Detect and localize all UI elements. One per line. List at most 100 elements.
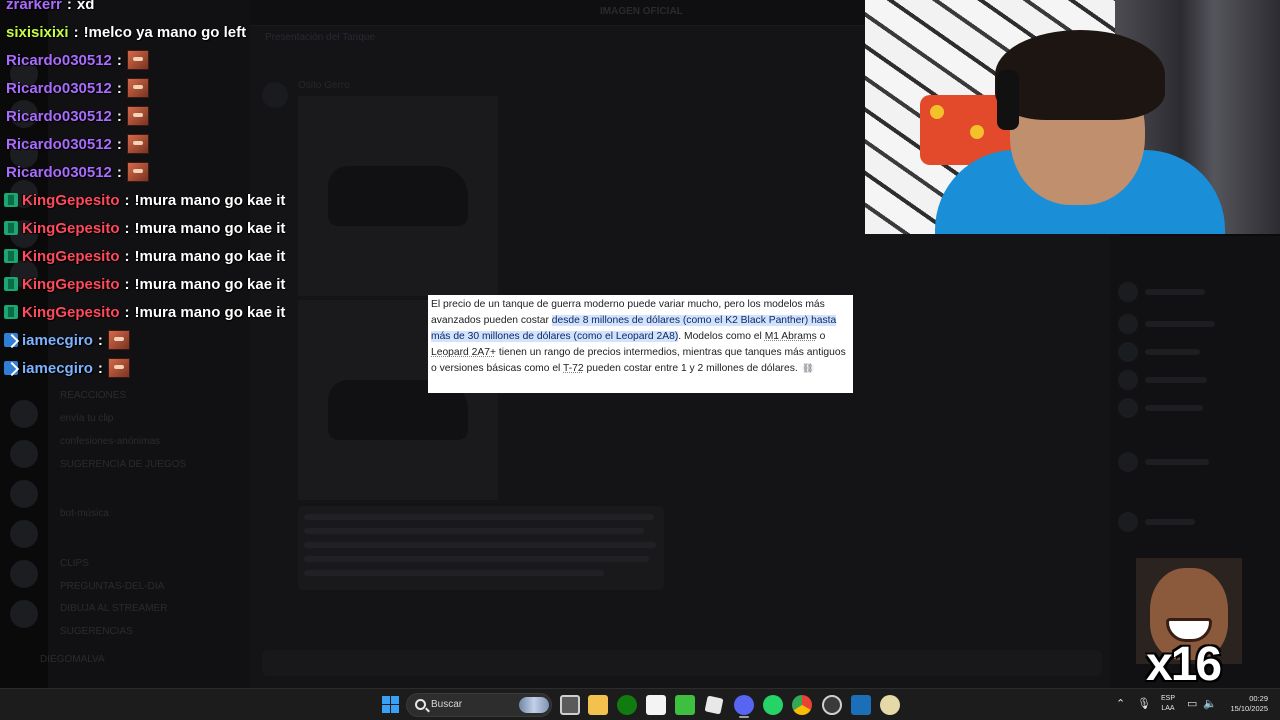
file-explorer-icon[interactable] bbox=[588, 695, 608, 715]
member-avatar[interactable] bbox=[1118, 512, 1138, 532]
minecraft-icon[interactable] bbox=[675, 695, 695, 715]
chat-username[interactable]: KingGepesito bbox=[22, 248, 120, 265]
chat-text: !mura mano go kae it bbox=[134, 275, 286, 293]
windows-taskbar: Buscar ⌃ 🎙 ESP LAA ▭ 🔈 00:29 15/10/2025 bbox=[0, 688, 1280, 720]
stream-chat: zrarkerr : xd sixisixixi: !melco ya mano … bbox=[0, 0, 300, 382]
chat-message: Ricardo030512: bbox=[0, 74, 300, 102]
member-name[interactable] bbox=[1145, 459, 1209, 465]
member-avatar[interactable] bbox=[1118, 314, 1138, 334]
member-name[interactable] bbox=[1145, 289, 1205, 295]
member-name[interactable] bbox=[1145, 321, 1215, 327]
chat-message: sixisixixi: !melco ya mano go left bbox=[0, 18, 300, 46]
keyboard-layout: LAA bbox=[1161, 705, 1175, 712]
chat-message: zrarkerr : xd bbox=[0, 0, 300, 18]
server-icon[interactable] bbox=[10, 480, 38, 508]
notes-icon[interactable] bbox=[704, 695, 724, 715]
chrome-icon[interactable] bbox=[792, 695, 812, 715]
channel-item[interactable]: CLIPS bbox=[60, 558, 89, 572]
tank-image[interactable] bbox=[298, 96, 498, 296]
channel-item[interactable]: PREGUNTAS-DEL-DIA bbox=[60, 581, 164, 595]
chat-text: !mura mano go kae it bbox=[134, 247, 286, 265]
member-avatar[interactable] bbox=[1118, 398, 1138, 418]
chat-username[interactable]: iamecgiro bbox=[22, 360, 93, 377]
member-name[interactable] bbox=[1145, 377, 1207, 383]
chat-username[interactable]: Ricardo030512 bbox=[6, 52, 112, 69]
member-name[interactable] bbox=[1145, 349, 1200, 355]
network-icon[interactable]: ▭ bbox=[1187, 697, 1197, 710]
channel-item[interactable]: SUGERENCIAS bbox=[60, 626, 133, 640]
channel-item[interactable]: envía tu clip bbox=[60, 413, 113, 427]
term-link-t72[interactable]: T-72 bbox=[563, 363, 584, 374]
channel-title: IMAGEN OFICIAL bbox=[600, 6, 683, 17]
server-icon[interactable] bbox=[10, 560, 38, 588]
member-avatar[interactable] bbox=[1118, 370, 1138, 390]
chevron-up-icon[interactable]: ⌃ bbox=[1116, 697, 1125, 710]
steam-icon[interactable] bbox=[851, 695, 871, 715]
chat-separator: : bbox=[124, 191, 130, 209]
ai-answer-popup[interactable]: El precio de un tanque de guerra moderno… bbox=[428, 295, 853, 393]
subscriber-badge-icon bbox=[4, 249, 18, 263]
member-avatar[interactable] bbox=[1118, 452, 1138, 472]
prime-badge-icon bbox=[4, 361, 18, 375]
chat-username: zrarkerr bbox=[6, 0, 62, 13]
member-name[interactable] bbox=[1145, 405, 1203, 411]
microphone-icon[interactable]: 🎙 bbox=[1137, 697, 1151, 710]
taskbar-search[interactable]: Buscar bbox=[406, 693, 552, 717]
chat-username[interactable]: iamecgiro bbox=[22, 332, 93, 349]
whatsapp-icon[interactable] bbox=[763, 695, 783, 715]
answer-text: . Modelos como el bbox=[678, 331, 765, 342]
chat-username[interactable]: KingGepesito bbox=[22, 192, 120, 209]
chat-username[interactable]: Ricardo030512 bbox=[6, 108, 112, 125]
app-icon[interactable] bbox=[880, 695, 900, 715]
server-icon[interactable] bbox=[10, 520, 38, 548]
channel-item[interactable]: SUGERENCIA DE JUEGOS bbox=[60, 459, 186, 473]
chat-separator: : bbox=[73, 23, 79, 41]
server-icon[interactable] bbox=[10, 440, 38, 468]
chat-separator: : bbox=[97, 359, 103, 377]
store-icon[interactable] bbox=[646, 695, 666, 715]
channel-item[interactable]: REACCIONES bbox=[60, 390, 126, 404]
volume-icon[interactable]: 🔈 bbox=[1203, 697, 1217, 710]
chat-username[interactable]: KingGepesito bbox=[22, 220, 120, 237]
settings-icon[interactable] bbox=[822, 695, 842, 715]
chat-emote-icon bbox=[126, 134, 149, 154]
server-icon[interactable] bbox=[10, 600, 38, 628]
chat-separator: : bbox=[97, 331, 103, 349]
chat-message: KingGepesito: !mura mano go kae it bbox=[0, 242, 300, 270]
chat-message: iamecgiro: bbox=[0, 354, 300, 382]
start-button[interactable] bbox=[381, 695, 401, 715]
member-avatar[interactable] bbox=[1118, 342, 1138, 362]
clock[interactable]: 00:29 15/10/2025 bbox=[1222, 694, 1268, 714]
chat-username[interactable]: KingGepesito bbox=[22, 304, 120, 321]
chat-username[interactable]: Ricardo030512 bbox=[6, 136, 112, 153]
member-name[interactable] bbox=[1145, 519, 1195, 525]
server-icon[interactable] bbox=[10, 400, 38, 428]
clock-date: 15/10/2025 bbox=[1230, 704, 1268, 713]
chat-separator: : bbox=[124, 303, 130, 321]
xbox-icon[interactable] bbox=[617, 695, 637, 715]
author-name[interactable]: Osito Gerro bbox=[298, 80, 350, 91]
language-indicator[interactable]: ESP LAA bbox=[1157, 694, 1179, 714]
task-view-icon[interactable] bbox=[560, 695, 580, 715]
term-link-leopard[interactable]: Leopard 2A7+ bbox=[431, 347, 496, 358]
channel-item[interactable]: DIBUJA AL STREAMER bbox=[60, 603, 167, 617]
channel-item[interactable]: bot-música bbox=[60, 508, 109, 522]
message-input[interactable] bbox=[262, 650, 1102, 676]
chat-text: !melco ya mano go left bbox=[83, 23, 247, 41]
chat-separator: : bbox=[124, 219, 130, 237]
search-label: Buscar bbox=[431, 699, 463, 710]
discord-icon[interactable] bbox=[734, 695, 754, 715]
clock-time: 00:29 bbox=[1249, 694, 1268, 703]
channel-item[interactable]: confesiones-anónimas bbox=[60, 436, 160, 450]
link-icon[interactable]: ⛓ bbox=[801, 363, 814, 373]
chat-separator: : bbox=[66, 0, 72, 13]
chat-username[interactable]: sixisixixi bbox=[6, 24, 69, 41]
term-link-m1[interactable]: M1 Abrams bbox=[765, 331, 817, 342]
subscriber-badge-icon bbox=[4, 277, 18, 291]
chat-username[interactable]: KingGepesito bbox=[22, 276, 120, 293]
chat-separator: : bbox=[116, 163, 122, 181]
chat-username[interactable]: Ricardo030512 bbox=[6, 164, 112, 181]
chat-username[interactable]: Ricardo030512 bbox=[6, 80, 112, 97]
chat-lines: sixisixixi: !melco ya mano go left Ricardo… bbox=[0, 18, 300, 382]
member-avatar[interactable] bbox=[1118, 282, 1138, 302]
